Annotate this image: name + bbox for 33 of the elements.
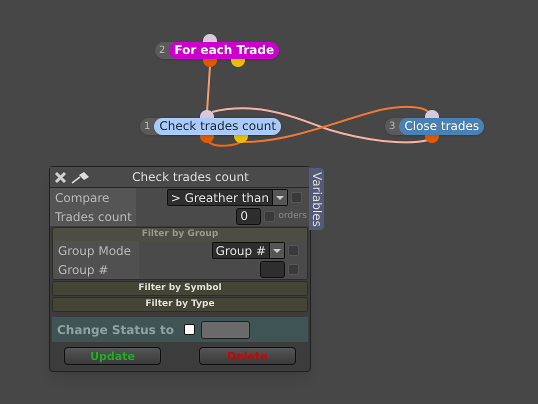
field-label: Compare xyxy=(54,190,110,206)
section-header[interactable]: Filter by Type xyxy=(53,298,307,311)
field-label: Trades count xyxy=(54,208,133,226)
flow-node[interactable]: 2 For each Trade xyxy=(155,42,280,59)
node-number: 1 xyxy=(144,122,152,132)
pin-icon[interactable] xyxy=(71,170,91,184)
node-number: 2 xyxy=(159,46,166,56)
number-field[interactable]: 0 xyxy=(236,208,262,225)
unit-label: orders xyxy=(278,210,307,223)
checkbox[interactable] xyxy=(288,245,299,256)
field-label: Group Mode xyxy=(57,242,132,260)
panel-title: Check trades count xyxy=(131,169,250,186)
number-field[interactable] xyxy=(260,261,285,278)
status-label: Change Status to xyxy=(57,322,174,338)
dropdown[interactable]: Group # xyxy=(212,242,285,259)
node-label: For each Trade xyxy=(169,42,280,59)
caret-icon[interactable] xyxy=(272,190,287,205)
field-label: Group # xyxy=(57,262,110,278)
node-number: 3 xyxy=(389,122,396,132)
flow-node[interactable]: 1 Check trades count xyxy=(140,118,282,135)
node-label: Close trades xyxy=(399,118,484,135)
checkbox[interactable] xyxy=(291,192,302,203)
status-field[interactable] xyxy=(200,320,250,338)
section-header[interactable]: Filter by Symbol xyxy=(53,282,307,295)
close-icon[interactable] xyxy=(54,170,67,184)
flow-node[interactable]: 3 Close trades xyxy=(385,118,484,135)
checkbox[interactable] xyxy=(184,324,195,335)
caret-icon[interactable] xyxy=(269,243,284,258)
checkbox[interactable] xyxy=(288,264,299,275)
variables-tab[interactable]: Variables xyxy=(309,168,324,230)
dropdown[interactable]: > Greather than xyxy=(166,189,288,206)
node-label: Check trades count xyxy=(154,118,282,135)
checkbox[interactable] xyxy=(264,211,276,222)
